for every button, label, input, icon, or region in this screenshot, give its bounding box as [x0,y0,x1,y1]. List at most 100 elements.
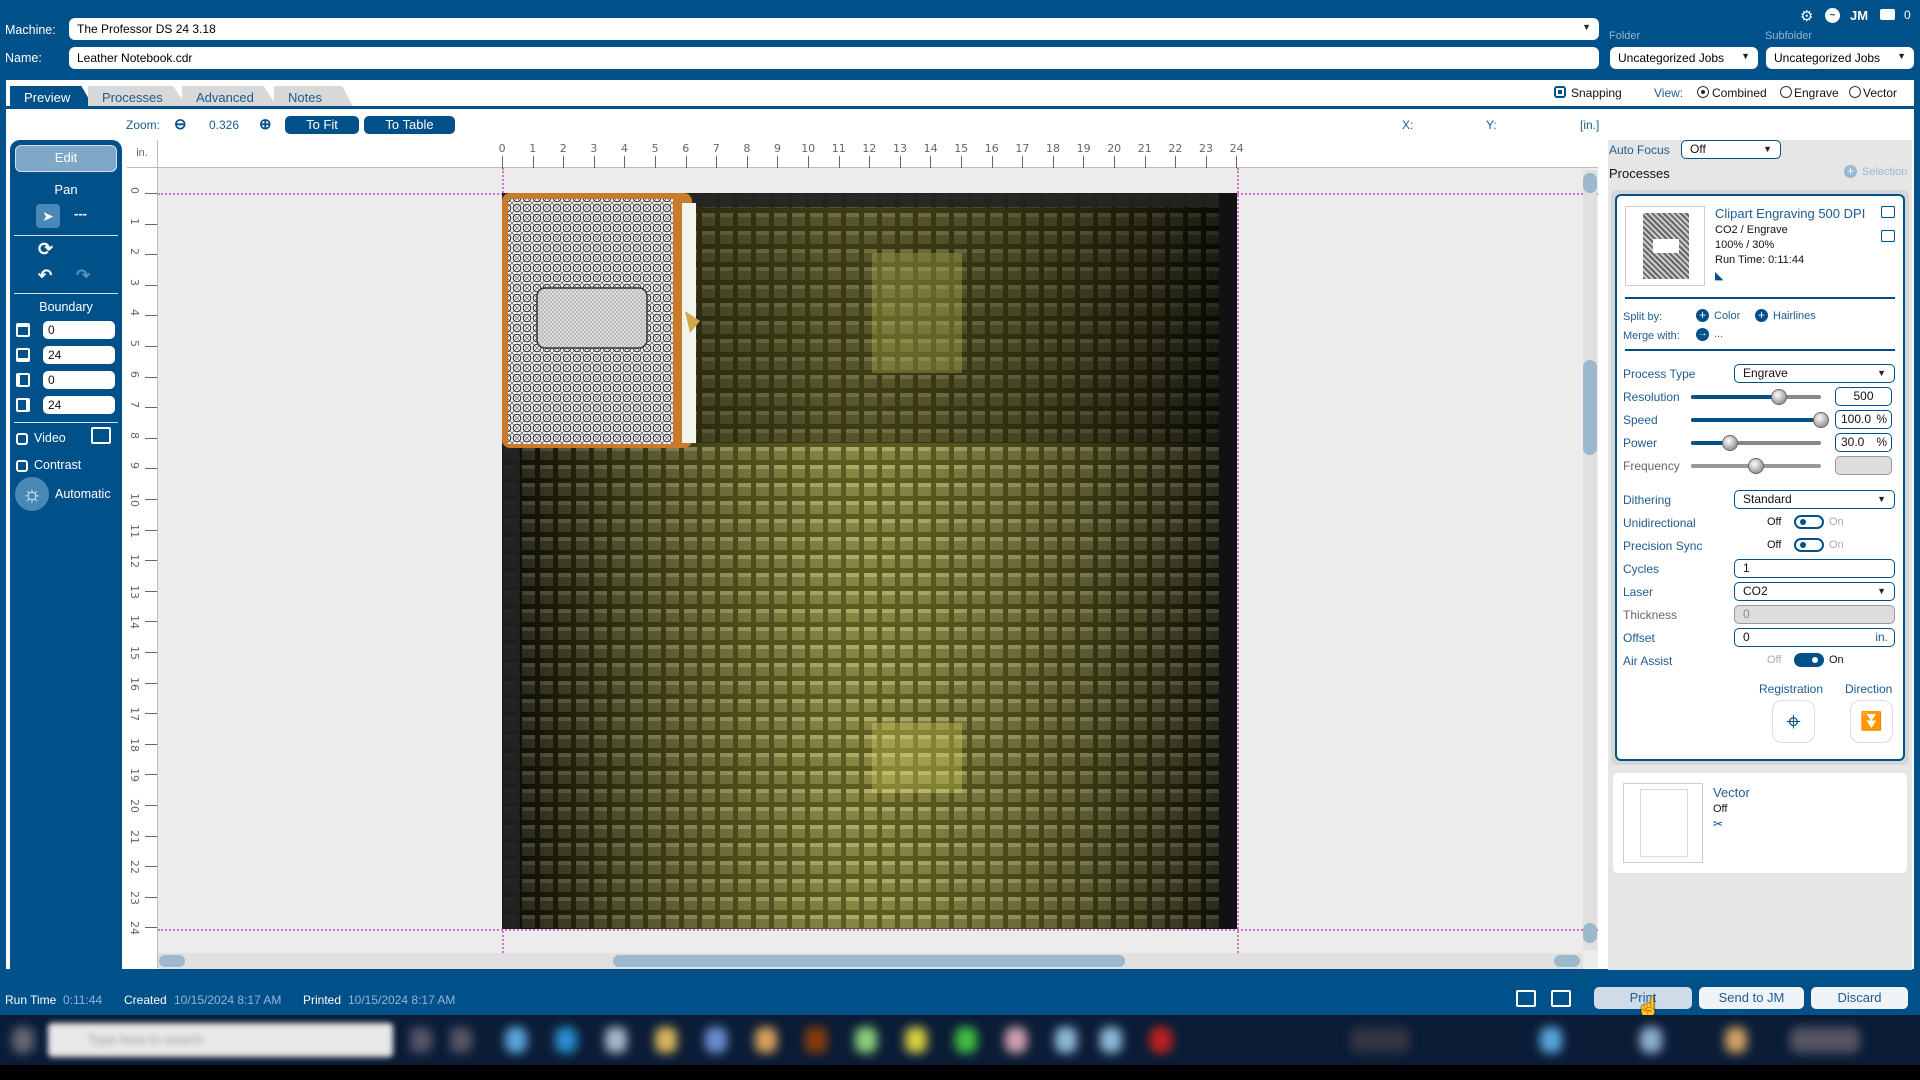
air-assist-toggle[interactable] [1794,653,1824,667]
auto-focus-select[interactable]: Off ▼ [1681,140,1781,159]
printer-icon[interactable] [1880,9,1895,20]
scroll-up-button[interactable] [1583,173,1597,193]
scroll-down-button[interactable] [1583,923,1597,943]
power-slider-handle[interactable] [1722,435,1738,451]
scroll-right-button[interactable] [1554,955,1580,967]
speed-slider-handle[interactable] [1813,412,1829,428]
subfolder-select[interactable]: Uncategorized Jobs ▼ [1766,47,1914,69]
boundary-left-input[interactable]: 0 [43,371,115,389]
taskbar-app-icon[interactable] [555,1027,577,1053]
power-slider[interactable] [1691,435,1821,451]
vertical-scrollbar-track[interactable] [1583,170,1597,950]
refresh-icon[interactable]: ⟳ [38,239,53,260]
taskbar-app-icon[interactable] [755,1027,777,1053]
video-checkbox[interactable] [16,433,28,445]
split-hairlines-label[interactable]: Hairlines [1773,310,1816,322]
tab-processes[interactable]: Processes [88,86,188,108]
taskbar-app-icon[interactable] [505,1027,527,1053]
name-input[interactable]: Leather Notebook.cdr [69,47,1599,69]
machine-select[interactable]: The Professor DS 24 3.18 ▼ [69,18,1599,40]
folder-upload-icon[interactable] [1881,230,1895,242]
laser-select[interactable]: CO2 ▼ [1734,582,1895,601]
taskbar-app-icon[interactable] [1150,1027,1172,1053]
zoom-in-icon[interactable]: ⊕ [259,115,272,133]
registration-crosshair-icon[interactable]: ⌖ [1772,700,1815,743]
taskbar-app-icon[interactable] [450,1027,472,1053]
merge-arrow-icon[interactable]: → [1696,328,1709,341]
taskbar-app-icon[interactable] [1100,1027,1122,1053]
process-card[interactable]: Clipart Engraving 500 DPI CO2 / Engrave … [1615,194,1905,761]
process-type-select[interactable]: Engrave ▼ [1734,364,1895,383]
taskbar-app-icon[interactable] [955,1027,977,1053]
boundary-bottom-input[interactable]: 24 [43,346,115,364]
redo-icon[interactable]: ↷ [76,266,90,286]
cycles-input[interactable]: 1 [1734,559,1895,578]
resolution-input[interactable]: 500 [1835,387,1892,406]
power-value: 30.0 [1841,435,1865,449]
taskbar-app-icon[interactable] [1055,1027,1077,1053]
edit-button[interactable]: Edit [15,145,117,172]
brightness-icon[interactable]: ☼ [15,477,49,511]
dithering-select[interactable]: Standard ▼ [1734,490,1895,509]
pan-label[interactable]: Pan [10,182,122,197]
offset-input[interactable]: 0 in. [1734,628,1895,647]
add-selection-icon[interactable]: + [1844,165,1857,178]
boundary-right-input[interactable]: 24 [43,396,115,414]
view-engrave-radio[interactable] [1780,86,1792,98]
select-pointer-icon[interactable]: ➤ [36,204,60,228]
image-zoom-icon[interactable] [91,427,111,444]
taskbar-app-icon[interactable] [655,1027,677,1053]
to-fit-button[interactable]: To Fit [285,116,359,134]
ruler-label: 4 [621,142,628,155]
snapping-checkbox[interactable] [1554,86,1566,98]
vector-process-card[interactable]: Vector Off ✂ [1613,773,1907,873]
zoom-out-icon[interactable]: ⊖ [174,115,187,133]
tab-advanced[interactable]: Advanced [182,86,278,108]
boundary-top-input[interactable]: 0 [43,321,115,339]
gear-icon[interactable]: ⚙ [1800,7,1813,25]
power-input[interactable]: 30.0 % [1835,433,1892,452]
precision-sync-toggle[interactable] [1794,538,1824,552]
horizontal-scrollbar-thumb[interactable] [613,955,1125,967]
taskbar-app-icon[interactable] [410,1027,432,1053]
view-vector-radio[interactable] [1849,86,1861,98]
taskbar-app-icon[interactable] [905,1027,927,1053]
vector-title[interactable]: Vector [1713,785,1750,800]
split-color-label[interactable]: Color [1714,310,1740,322]
scroll-left-button[interactable] [159,955,185,967]
scissors-icon[interactable]: ✂ [1713,817,1723,831]
resolution-slider-handle[interactable] [1771,389,1788,405]
taskbar-app-icon[interactable] [1005,1027,1027,1053]
taskbar-app-icon[interactable] [705,1027,727,1053]
taskbar-app-icon[interactable] [605,1027,627,1053]
tab-preview[interactable]: Preview [10,86,94,108]
tab-notes[interactable]: Notes [274,86,354,108]
vertical-scrollbar-thumb[interactable] [1583,360,1597,455]
send-to-jm-button[interactable]: Send to JM [1699,987,1804,1009]
discard-button[interactable]: Discard [1811,987,1908,1009]
direction-down-icon[interactable]: ⏬ [1850,700,1893,743]
folder-download-icon[interactable] [1881,206,1895,218]
split-hairlines-add-icon[interactable]: + [1755,309,1768,322]
activity-icon[interactable]: ~ [1825,8,1840,23]
contrast-checkbox[interactable] [16,460,28,472]
taskbar-search[interactable]: Type here to search [48,1023,393,1057]
undo-icon[interactable]: ↶ [38,266,52,286]
export-folder-icon[interactable] [1551,990,1571,1007]
view-combined-radio[interactable] [1697,86,1709,98]
speed-input[interactable]: 100.0 % [1835,410,1892,429]
jm-icon[interactable]: JM [1850,8,1868,23]
folder-select[interactable]: Uncategorized Jobs ▼ [1610,47,1758,69]
start-icon[interactable] [12,1027,34,1053]
split-color-add-icon[interactable]: + [1696,309,1709,322]
resolution-slider[interactable] [1691,389,1821,405]
unidirectional-toggle[interactable] [1794,515,1824,529]
speed-slider[interactable] [1691,412,1829,428]
to-table-button[interactable]: To Table [364,116,455,134]
import-folder-icon[interactable] [1516,990,1536,1007]
paint-bucket-icon[interactable]: ◣ [1715,269,1723,282]
selection-label[interactable]: Selection [1862,166,1907,178]
process-title[interactable]: Clipart Engraving 500 DPI [1715,206,1865,221]
taskbar-app-icon[interactable] [805,1027,827,1053]
taskbar-app-icon[interactable] [855,1027,877,1053]
